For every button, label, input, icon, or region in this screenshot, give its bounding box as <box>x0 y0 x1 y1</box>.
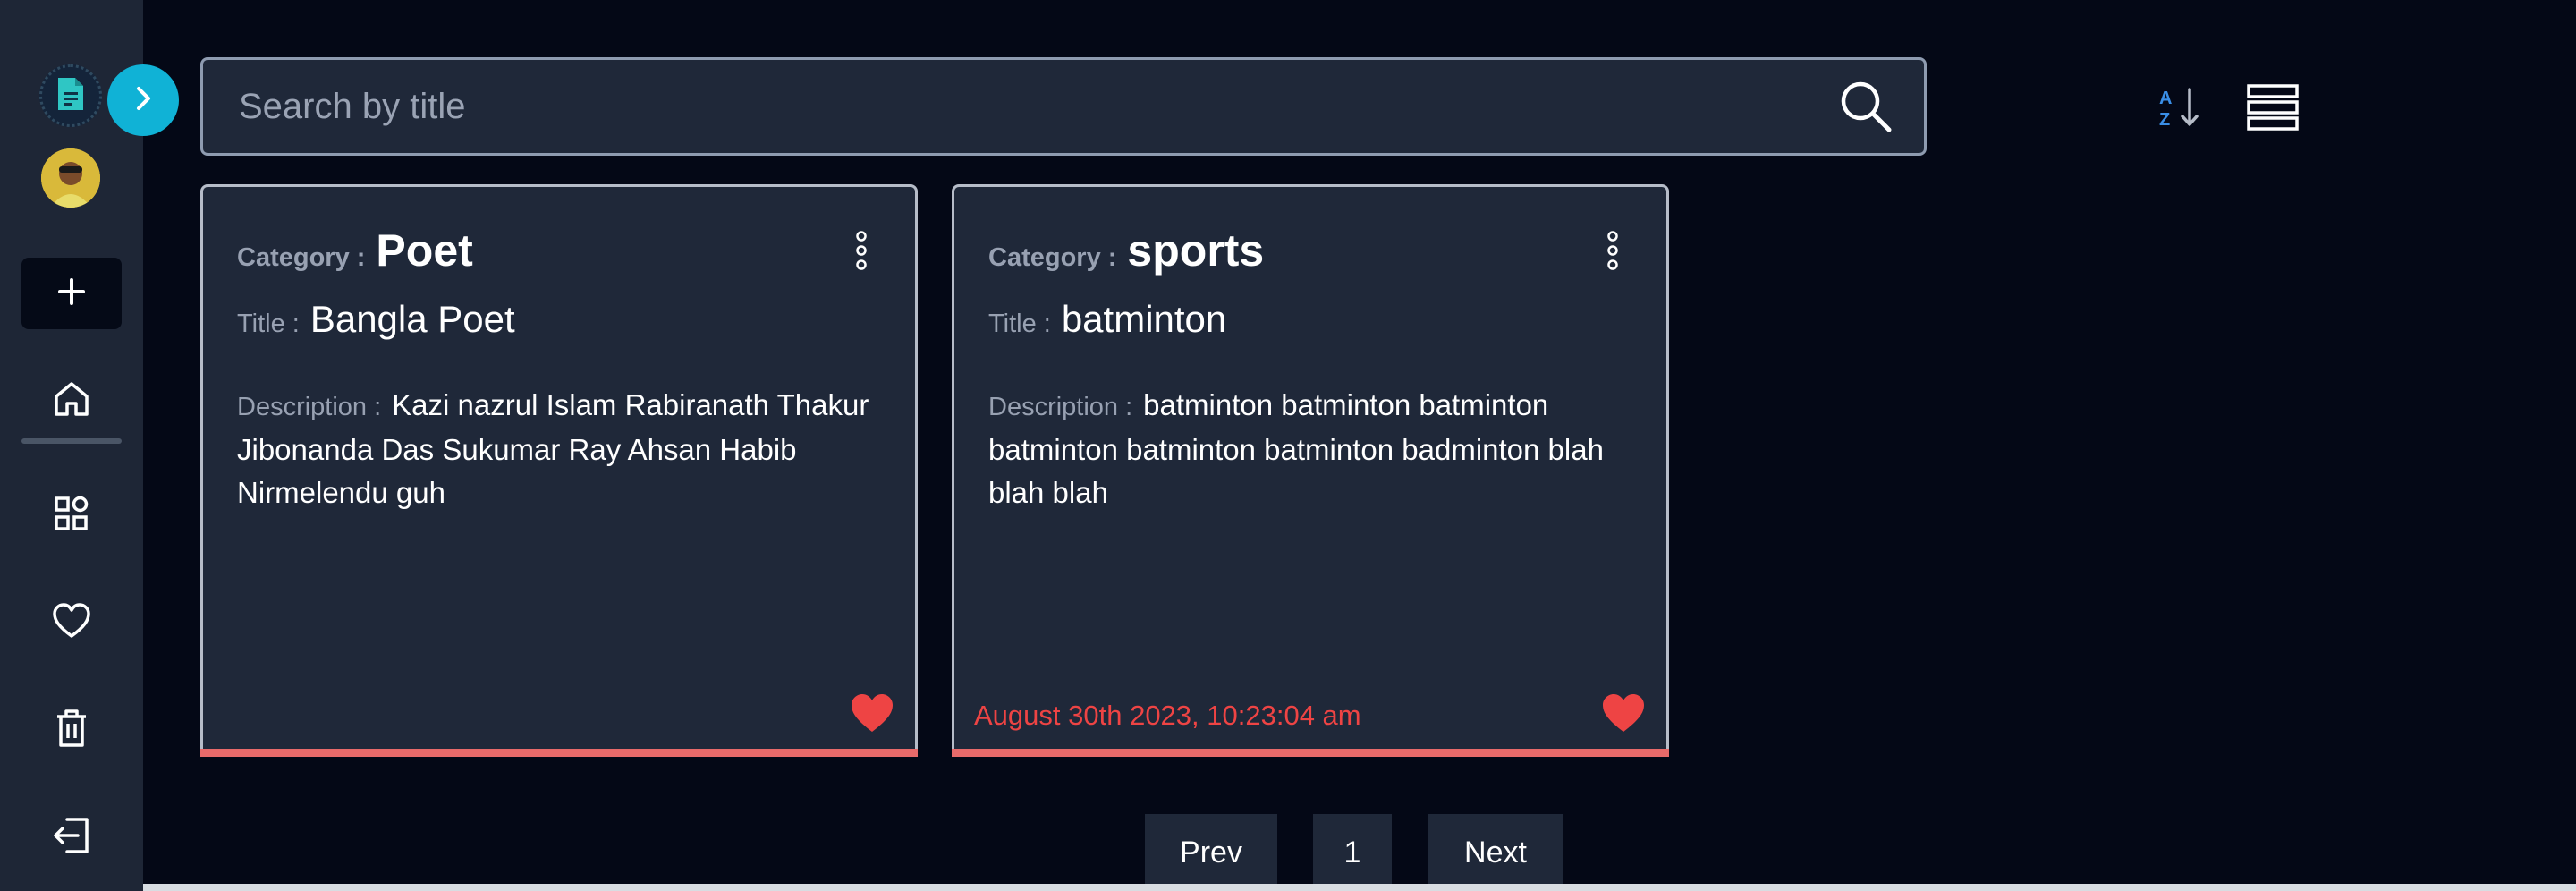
svg-text:Z: Z <box>2159 110 2170 130</box>
more-options-icon[interactable] <box>852 230 870 271</box>
note-card[interactable]: Category : sports Title : batminton Desc… <box>952 184 1669 757</box>
title-label: Title : <box>237 310 300 338</box>
active-indicator <box>21 438 122 444</box>
prev-page-button[interactable]: Prev <box>1145 814 1277 891</box>
search-icon[interactable] <box>1835 75 1897 138</box>
category-value: sports <box>1127 225 1265 276</box>
sidebar-item-home[interactable] <box>21 365 122 444</box>
expand-sidebar-button[interactable] <box>107 64 179 136</box>
heart-outline-icon <box>51 602 92 644</box>
logout-icon <box>51 816 92 860</box>
search-input[interactable] <box>203 60 1835 153</box>
list-view-button[interactable] <box>2245 82 2301 132</box>
more-options-icon[interactable] <box>1604 230 1622 271</box>
sidebar-item-logout[interactable] <box>21 802 122 873</box>
sort-az-button[interactable]: A Z <box>2156 82 2206 132</box>
favorite-heart-icon[interactable] <box>849 692 895 734</box>
card-date: August 30th 2023, 10:23:04 am <box>974 700 1361 731</box>
sidebar-item-trash[interactable] <box>21 694 122 766</box>
search-bar <box>200 57 1927 156</box>
category-label: Category : <box>988 243 1117 272</box>
document-logo-icon <box>55 76 86 116</box>
card-accent-bar <box>200 749 918 757</box>
chevron-right-icon <box>130 85 157 116</box>
next-page-button[interactable]: Next <box>1428 814 1563 891</box>
title-label: Title : <box>988 310 1051 338</box>
horizontal-scrollbar[interactable] <box>143 884 2576 891</box>
sidebar-item-apps[interactable] <box>21 479 122 551</box>
title-value: Bangla Poet <box>309 298 515 340</box>
sort-az-icon: A Z <box>2156 88 2206 136</box>
category-label: Category : <box>237 243 366 272</box>
svg-text:A: A <box>2159 89 2172 108</box>
description-label: Description : <box>988 393 1133 421</box>
list-view-icon <box>2245 84 2301 136</box>
title-value: batminton <box>1061 298 1227 340</box>
avatar[interactable] <box>41 148 100 208</box>
apps-grid-icon <box>52 494 91 538</box>
favorite-heart-icon[interactable] <box>1600 692 1647 734</box>
app-logo <box>39 64 102 127</box>
add-note-button[interactable] <box>21 258 122 329</box>
sidebar <box>0 0 143 891</box>
card-accent-bar <box>952 749 1669 757</box>
note-card[interactable]: Category : Poet Title : Bangla Poet Desc… <box>200 184 918 757</box>
trash-icon <box>54 708 89 753</box>
category-value: Poet <box>376 225 473 276</box>
description-label: Description : <box>237 393 382 421</box>
plus-icon <box>56 276 87 311</box>
home-icon <box>51 378 92 424</box>
page-number-button[interactable]: 1 <box>1313 814 1392 891</box>
sidebar-item-favorites[interactable] <box>21 587 122 658</box>
